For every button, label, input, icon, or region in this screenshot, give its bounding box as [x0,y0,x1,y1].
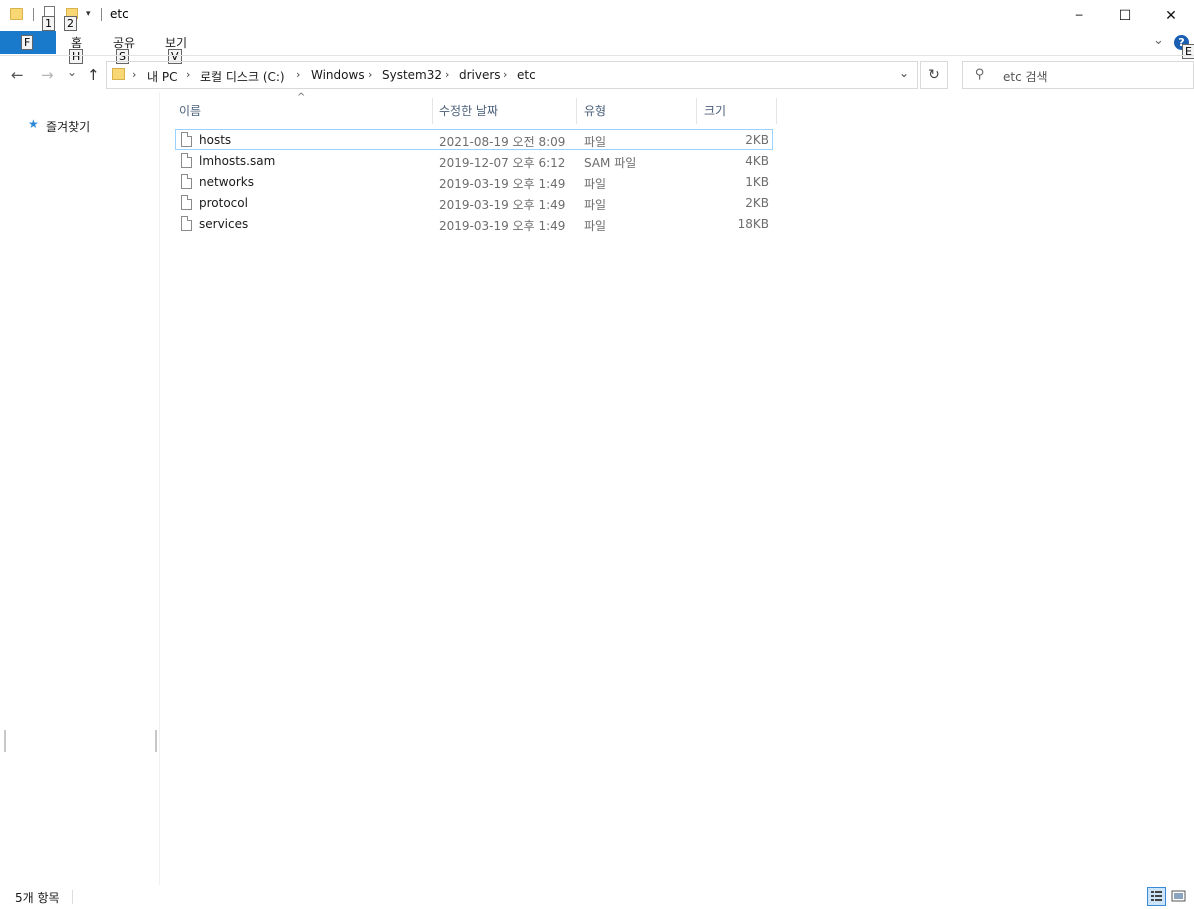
status-item-count: 5개 항목 [15,891,60,905]
column-divider[interactable] [776,98,777,124]
folder-icon [112,68,125,80]
keytip-help: E [1182,44,1194,59]
file-modified: 2019-12-07 오후 6:12 [439,156,566,170]
ribbon-expand-icon[interactable]: ⌄ [1153,33,1164,48]
file-name[interactable]: lmhosts.sam [199,154,275,168]
maximize-icon: ☐ [1118,7,1132,24]
breadcrumb-drivers[interactable]: drivers [459,68,501,82]
file-type: 파일 [584,135,607,149]
folder-icon [10,8,23,20]
close-button[interactable]: ✕ [1148,0,1194,31]
file-size: 2KB [745,133,769,147]
divider [33,8,34,21]
pane-resize-handle[interactable] [155,730,157,752]
keytip-file: F [21,35,34,50]
file-modified: 2019-03-19 오후 1:49 [439,177,566,191]
column-divider[interactable] [696,98,697,124]
column-header-name[interactable]: 이름 [179,102,201,119]
file-name[interactable]: services [199,217,248,231]
file-name[interactable]: networks [199,175,254,189]
recent-locations-icon[interactable]: ⌄ [67,65,77,79]
forward-arrow-icon[interactable]: → [41,66,54,84]
column-divider[interactable] [432,98,433,124]
back-arrow-icon[interactable]: ← [11,66,24,84]
search-icon: ⚲ [975,67,985,82]
file-type: 파일 [584,198,607,212]
file-name[interactable]: hosts [199,133,231,147]
divider [101,8,102,21]
file-size: 2KB [745,196,769,210]
window-title: etc [110,7,129,21]
up-arrow-icon[interactable]: ↑ [87,66,100,84]
file-modified: 2019-03-19 오후 1:49 [439,198,566,212]
maximize-button[interactable]: ☐ [1102,0,1148,31]
divider [72,890,73,904]
sort-ascending-icon: ^ [297,92,306,103]
file-size: 1KB [745,175,769,189]
keytip-home: H [69,49,84,64]
chevron-right-icon[interactable]: › [503,68,507,81]
breadcrumb-local-disk[interactable]: 로컬 디스크 (C:) [200,68,285,85]
column-header-size[interactable]: 크기 [704,102,726,119]
file-icon [181,132,192,147]
search-box[interactable] [962,61,1194,89]
file-size: 4KB [745,154,769,168]
scroll-marker [4,730,6,752]
file-type: SAM 파일 [584,156,637,170]
large-icons-view-button[interactable] [1169,887,1188,906]
details-view-button[interactable] [1147,887,1166,906]
file-type: 파일 [584,177,607,191]
chevron-right-icon[interactable]: › [186,68,190,81]
search-placeholder[interactable]: etc 검색 [1003,68,1048,85]
column-header-modified[interactable]: 수정한 날짜 [439,102,498,119]
divider [0,55,1194,56]
file-size: 18KB [737,217,769,231]
minimize-icon: ─ [1075,9,1083,22]
column-divider[interactable] [576,98,577,124]
address-dropdown-icon[interactable]: ⌄ [899,66,909,80]
minimize-button[interactable]: ─ [1056,0,1102,31]
details-view-icon [1151,891,1162,901]
file-name[interactable]: protocol [199,196,248,210]
column-header-type[interactable]: 유형 [584,102,606,119]
refresh-button[interactable]: ↻ [920,61,948,89]
nav-pane-divider[interactable] [159,92,160,885]
file-modified: 2019-03-19 오후 1:49 [439,219,566,233]
file-modified: 2021-08-19 오전 8:09 [439,135,566,149]
close-icon: ✕ [1165,7,1177,24]
quick-access-dropdown[interactable]: ▾ [86,9,91,19]
chevron-right-icon[interactable]: › [132,68,136,81]
file-icon [181,216,192,231]
title-bar: 1 2 ▾ etc ─ ☐ ✕ [0,0,1194,31]
file-icon [181,153,192,168]
chevron-right-icon[interactable]: › [445,68,449,81]
breadcrumb-windows[interactable]: Windows [311,68,365,82]
file-icon [181,195,192,210]
file-icon [181,174,192,189]
star-icon: ★ [28,117,39,131]
keytip-1: 1 [42,16,55,31]
breadcrumb-etc[interactable]: etc [517,68,536,82]
large-icons-view-icon [1171,890,1186,902]
chevron-right-icon[interactable]: › [368,68,372,81]
keytip-2: 2 [64,16,77,31]
sidebar-item-favorites[interactable]: 즐겨찾기 [46,118,90,135]
refresh-icon: ↻ [928,67,940,83]
chevron-right-icon[interactable]: › [296,68,300,81]
breadcrumb-system32[interactable]: System32 [382,68,442,82]
breadcrumb-this-pc[interactable]: 내 PC [147,68,177,85]
file-type: 파일 [584,219,607,233]
